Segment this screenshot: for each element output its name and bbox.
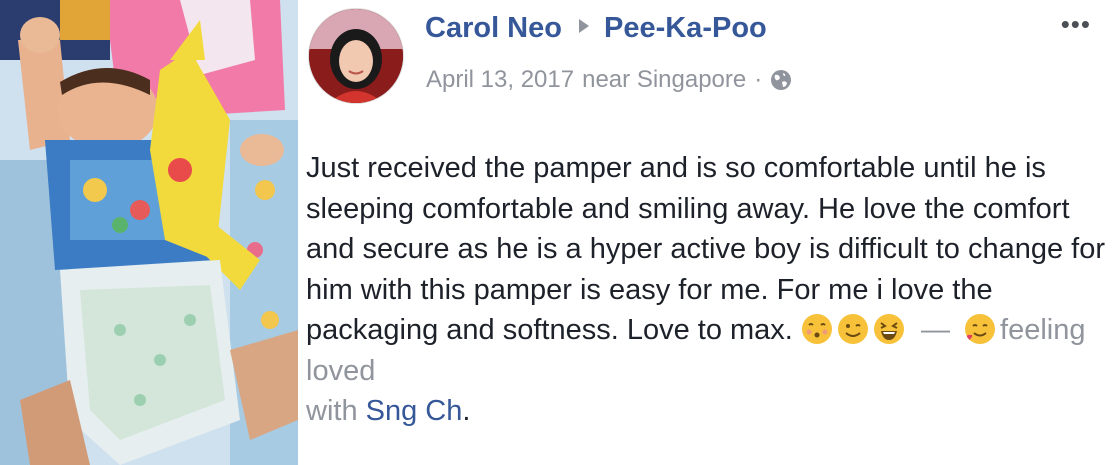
post-date-link[interactable]: April 13, 2017 [426, 66, 574, 94]
winking-face-icon [837, 313, 869, 345]
post-body: Just received the pamper and is so comfo… [306, 148, 1106, 432]
post-photo[interactable] [0, 0, 298, 465]
post-location[interactable]: near Singapore [582, 66, 746, 94]
more-options-button[interactable]: ••• [1061, 11, 1091, 37]
facebook-post: Carol Neo Pee-Ka-Poo ••• April 13, 2017 … [298, 0, 1117, 465]
triangle-right-icon [578, 18, 590, 39]
smiling-face-with-hearts-icon [964, 313, 996, 345]
author-avatar[interactable] [308, 8, 404, 104]
feeling-dash: — [920, 314, 950, 346]
post-meta: April 13, 2017 near Singapore · [426, 66, 792, 94]
tagged-friend-link[interactable]: Sng Ch [366, 395, 463, 427]
baby-photo-illustration [0, 0, 298, 465]
with-label: with [306, 395, 358, 427]
post-header: Carol Neo Pee-Ka-Poo [425, 12, 767, 45]
body-end-period: . [462, 395, 471, 427]
kissing-face-icon [801, 313, 833, 345]
meta-separator: · [754, 66, 763, 93]
grinning-squinting-face-icon [873, 313, 905, 345]
avatar-portrait [309, 9, 403, 103]
globe-icon[interactable] [770, 69, 792, 91]
page-link[interactable]: Pee-Ka-Poo [604, 12, 767, 45]
author-link[interactable]: Carol Neo [425, 12, 562, 45]
